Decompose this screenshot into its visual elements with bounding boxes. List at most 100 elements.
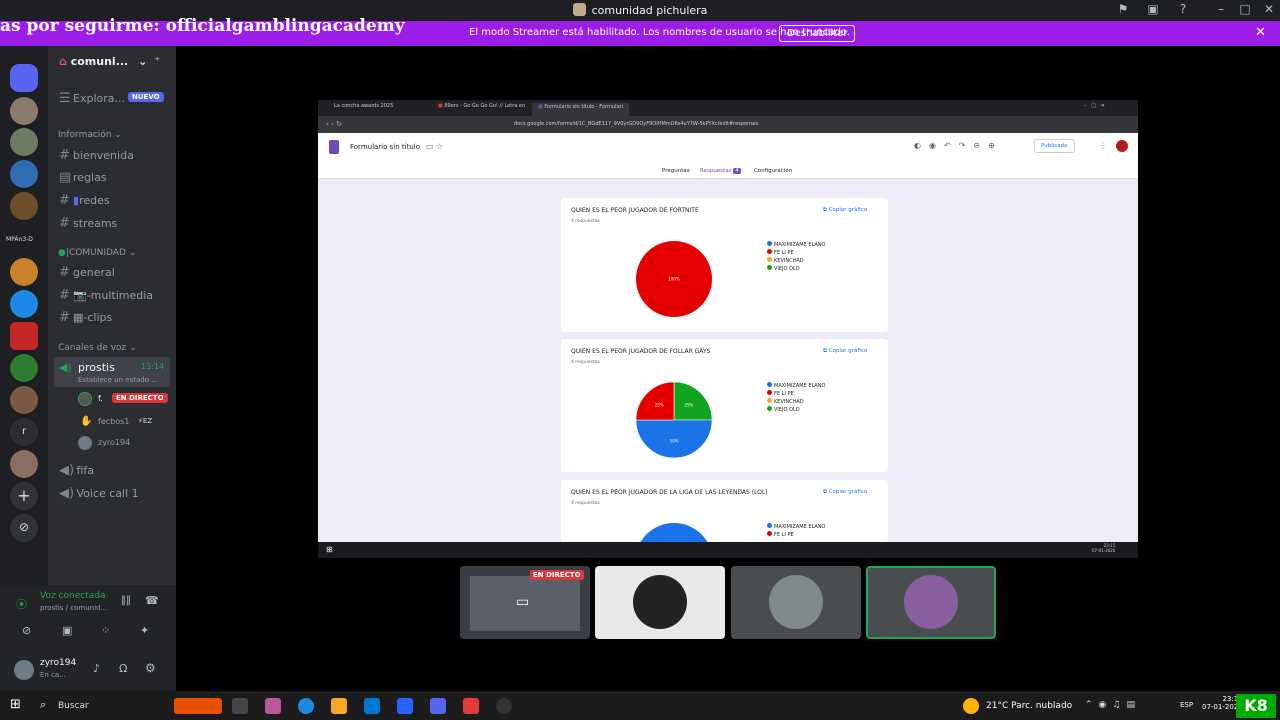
store-icon[interactable] bbox=[364, 698, 380, 714]
channel-bienvenida[interactable]: # bienvenida bbox=[59, 148, 134, 163]
legend-dot bbox=[767, 523, 772, 528]
tab-preguntas[interactable]: Preguntas bbox=[662, 168, 690, 174]
legend-item: FE LI PE bbox=[767, 390, 826, 398]
language-indicator[interactable]: ESP bbox=[1180, 701, 1193, 709]
participant-tile-speaking[interactable] bbox=[866, 566, 996, 639]
voice-channel-call[interactable]: ◀) Voice call 1 bbox=[59, 486, 139, 501]
voice-member[interactable]: zyro194 bbox=[78, 436, 168, 450]
explore-icon[interactable]: ⊘ bbox=[10, 514, 38, 542]
banner-close-icon[interactable]: ✕ bbox=[1255, 25, 1266, 40]
soundboard-icon[interactable]: ✦ bbox=[140, 624, 149, 637]
browser-tab[interactable]: ■ 89ers - Go Go Go Go! // Letra en bbox=[438, 103, 525, 109]
server-icon[interactable] bbox=[10, 160, 38, 188]
participant-tile[interactable] bbox=[731, 566, 861, 639]
maximize-icon[interactable]: □ bbox=[1236, 2, 1254, 16]
channel-reglas[interactable]: ▤ reglas bbox=[59, 170, 107, 185]
apex-server-icon[interactable] bbox=[10, 322, 38, 350]
server-icon[interactable] bbox=[10, 386, 38, 414]
browser-tab[interactable]: La concha awards 2025 bbox=[334, 103, 393, 109]
voice-status[interactable]: Establece un estado ... bbox=[78, 376, 158, 384]
server-icon[interactable]: r bbox=[10, 418, 38, 446]
channel-clips[interactable]: # ▦-clips bbox=[59, 310, 112, 325]
explorer-icon[interactable] bbox=[331, 698, 347, 714]
server-icon[interactable] bbox=[10, 290, 38, 318]
server-icon[interactable] bbox=[10, 192, 38, 220]
tab-respuestas[interactable]: Respuestas 4 bbox=[700, 168, 741, 174]
weather-text[interactable]: 21°C Parc. nublado bbox=[986, 701, 1072, 711]
explore-channels[interactable]: ☰ Explora... bbox=[59, 91, 125, 106]
taskbar-search[interactable]: Buscar bbox=[58, 701, 89, 711]
voice-channel-fifa[interactable]: ◀) fifa bbox=[59, 463, 94, 478]
channel-redes[interactable]: # ▮redes bbox=[59, 193, 110, 208]
chart-legend: MAXIMIZAME ELANO FE LI PE KEVINCHAD VIEJ… bbox=[767, 382, 826, 414]
copy-chart-button[interactable]: ⧉ Copiar gráfico bbox=[823, 489, 867, 496]
screen-icon[interactable]: ▣ bbox=[1144, 2, 1162, 16]
brave-icon[interactable] bbox=[463, 698, 479, 714]
tab-configuracion[interactable]: Configuración bbox=[754, 168, 792, 174]
voice-member[interactable]: ✋ fecbos1 ⚡EZ bbox=[78, 415, 168, 429]
question-title: QUIEN ES EL PEOR JUGADOR DE FORTNITE bbox=[571, 207, 699, 214]
copy-chart-button[interactable]: ⧉ Copiar gráfico bbox=[823, 348, 867, 355]
category-info[interactable]: Información ⌄ bbox=[58, 130, 122, 140]
noise-icon[interactable]: ‖‖ bbox=[121, 595, 131, 606]
direct-messages-icon[interactable] bbox=[10, 64, 38, 92]
category-comunidad[interactable]: ●|COMUNIDAD ⌄ bbox=[58, 248, 136, 258]
category-voice[interactable]: Canales de voz ⌄ bbox=[58, 343, 137, 353]
server-icon[interactable] bbox=[10, 354, 38, 382]
voice-connected-title[interactable]: Voz conectada bbox=[40, 591, 105, 601]
participant-tile-stream[interactable]: ▭ EN DIRECTO bbox=[460, 566, 590, 639]
server-icon[interactable] bbox=[10, 128, 38, 156]
copy-chart-button[interactable]: ⧉ Copiar gráfico bbox=[823, 207, 867, 214]
discord-icon[interactable] bbox=[430, 698, 446, 714]
form-title[interactable]: Formulario sin título bbox=[350, 143, 420, 151]
channel-streams[interactable]: # streams bbox=[59, 216, 117, 231]
disconnect-icon[interactable]: ☎ bbox=[145, 594, 159, 607]
shared-screen[interactable]: La concha awards 2025 ■ 89ers - Go Go Go… bbox=[318, 100, 1138, 558]
camera-off-icon[interactable]: ⊘ bbox=[22, 624, 31, 637]
minimize-icon[interactable]: – bbox=[1212, 2, 1230, 16]
activities-icon[interactable]: ⁘ bbox=[101, 624, 110, 637]
channel-multimedia[interactable]: # 📷-multimedia bbox=[59, 288, 153, 303]
url-text[interactable]: docs.google.com/forms/d/1C_BGdE117_9V0yr… bbox=[514, 121, 759, 127]
search-highlight-icon[interactable] bbox=[174, 698, 222, 714]
user-name[interactable]: zyro194 bbox=[40, 658, 76, 668]
participant-tile[interactable] bbox=[595, 566, 725, 639]
user-avatar[interactable] bbox=[14, 660, 34, 680]
more-icon[interactable]: ⋮ bbox=[1099, 141, 1107, 150]
steam-icon[interactable] bbox=[496, 698, 512, 714]
task-view-icon[interactable] bbox=[232, 698, 248, 714]
member-name: zyro194 bbox=[98, 438, 131, 447]
microphone-icon[interactable]: ♪ bbox=[93, 662, 100, 675]
folder-icon[interactable]: ▭ ☆ bbox=[426, 142, 443, 151]
publish-button[interactable]: Publicado bbox=[1034, 139, 1075, 153]
browser-tab-active[interactable]: ■ Formulario sin título - Formulari bbox=[532, 103, 629, 116]
channel-general[interactable]: # general bbox=[59, 265, 115, 280]
server-icon[interactable] bbox=[10, 450, 38, 478]
voice-member[interactable]: f. EN DIRECTO bbox=[78, 392, 168, 406]
signal-icon: ⦿ bbox=[16, 598, 27, 611]
edge-icon[interactable] bbox=[298, 698, 314, 714]
close-icon[interactable]: ✕ bbox=[1260, 2, 1278, 16]
tray-icons[interactable]: ⌃◉♫▤ bbox=[1085, 700, 1141, 710]
inbox-icon[interactable]: ⚑ bbox=[1114, 2, 1132, 16]
settings-icon[interactable]: ⚙ bbox=[145, 661, 156, 675]
window-controls[interactable]: – □ ✕ bbox=[1084, 103, 1105, 109]
account-avatar[interactable] bbox=[1116, 140, 1128, 152]
server-icon[interactable] bbox=[10, 258, 38, 286]
back-icon[interactable]: ‹ › ↻ bbox=[326, 120, 342, 128]
toolbar-icons[interactable]: ◐◉↶↷⊖⊕ bbox=[914, 141, 1003, 150]
invite-icon[interactable]: ⁺ bbox=[154, 54, 160, 68]
add-server-icon[interactable]: + bbox=[10, 482, 38, 510]
start-icon[interactable]: ⊞ bbox=[10, 697, 21, 712]
disable-streamer-button[interactable]: Deshabilitar bbox=[779, 25, 856, 42]
headset-icon[interactable]: Ω bbox=[119, 662, 127, 675]
server-icon[interactable] bbox=[10, 97, 38, 125]
copy-icon: ⧉ bbox=[823, 489, 827, 495]
help-icon[interactable]: ? bbox=[1174, 2, 1192, 16]
search-icon[interactable]: ⌕ bbox=[40, 698, 46, 712]
mail-icon[interactable] bbox=[397, 698, 413, 714]
share-screen-icon[interactable]: ▣ bbox=[62, 624, 72, 637]
copilot-icon[interactable] bbox=[265, 698, 281, 714]
voice-channel-prostis[interactable]: ◀) prostis 13:14 Establece un estado ... bbox=[54, 357, 170, 387]
server-header[interactable]: ⌂ comuni... ⌄ bbox=[59, 55, 147, 68]
